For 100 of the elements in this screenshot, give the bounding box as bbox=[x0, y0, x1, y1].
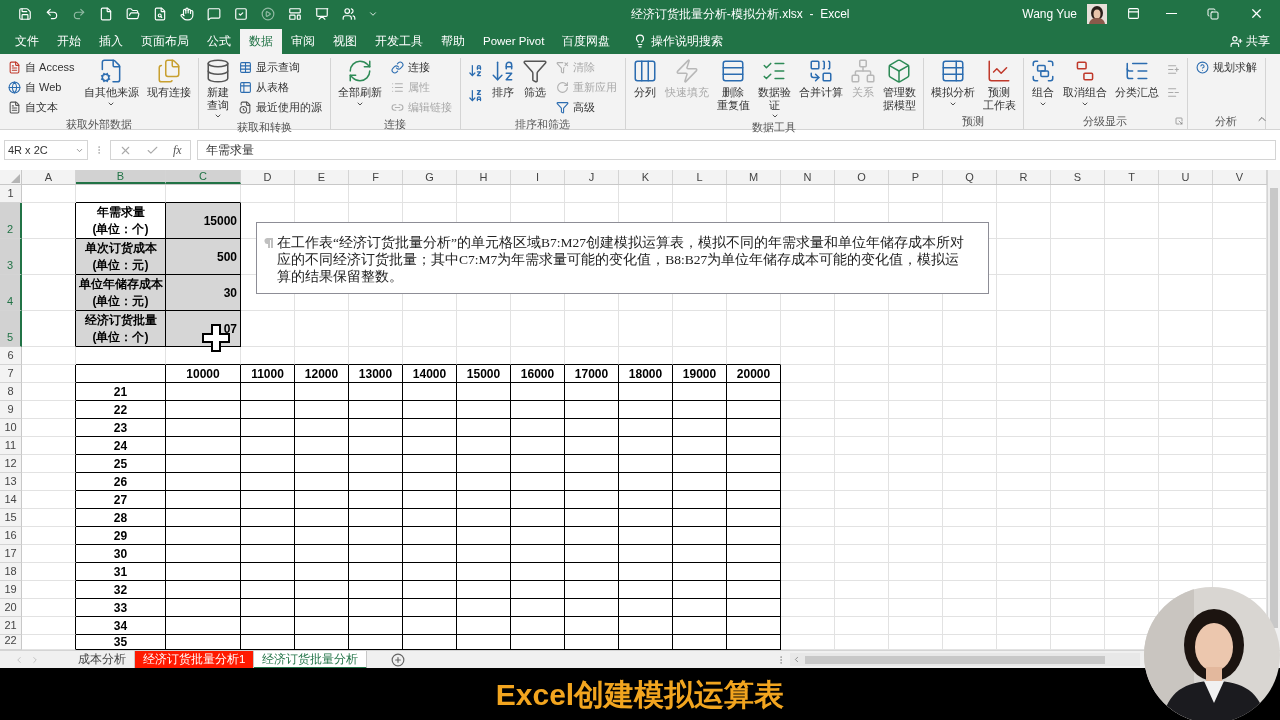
column-header[interactable]: C bbox=[166, 170, 241, 184]
column-header[interactable]: G bbox=[403, 170, 457, 184]
column-header[interactable]: Q bbox=[943, 170, 997, 184]
ribbon-button[interactable]: 合并计算 bbox=[797, 86, 844, 99]
ribbon-button[interactable]: 组合 bbox=[1030, 86, 1055, 99]
add-sheet-button[interactable] bbox=[391, 652, 406, 667]
ribbon-button[interactable]: 新建 查询 bbox=[205, 86, 230, 112]
menu-tab[interactable]: 页面布局 bbox=[132, 29, 198, 54]
tell-me-search[interactable]: 操作说明搜索 bbox=[651, 29, 724, 54]
ribbon-button[interactable]: 筛选 bbox=[522, 86, 547, 99]
menu-tab[interactable]: 视图 bbox=[324, 29, 366, 54]
column-header[interactable]: N bbox=[781, 170, 835, 184]
ribbon-button[interactable]: 预测 工作表 bbox=[981, 86, 1017, 112]
row-header[interactable]: 1 bbox=[0, 185, 22, 203]
row-header[interactable]: 5 bbox=[0, 311, 22, 347]
row-header[interactable]: 20 bbox=[0, 599, 22, 617]
row-header[interactable]: 8 bbox=[0, 383, 22, 401]
ribbon-display-button[interactable] bbox=[1127, 7, 1140, 20]
column-header[interactable]: M bbox=[727, 170, 781, 184]
ribbon-button[interactable]: 管理数 据模型 bbox=[881, 86, 917, 112]
ribbon-button[interactable]: 分列 bbox=[632, 86, 657, 99]
row-header[interactable]: 7 bbox=[0, 365, 22, 383]
row-header[interactable]: 3 bbox=[0, 239, 22, 275]
row-header[interactable]: 19 bbox=[0, 581, 22, 599]
ribbon-command[interactable]: 自 Access bbox=[6, 58, 77, 77]
menu-tab[interactable]: 开始 bbox=[48, 29, 90, 54]
row-header[interactable]: 11 bbox=[0, 437, 22, 455]
menu-tab[interactable]: 开发工具 bbox=[366, 29, 432, 54]
column-header[interactable]: R bbox=[997, 170, 1051, 184]
row-header[interactable]: 9 bbox=[0, 401, 22, 419]
row-header[interactable]: 21 bbox=[0, 617, 22, 635]
menu-tab[interactable]: 文件 bbox=[6, 29, 48, 54]
row-header[interactable]: 14 bbox=[0, 491, 22, 509]
insert-function-button[interactable]: fx bbox=[173, 141, 182, 159]
column-header[interactable]: K bbox=[619, 170, 673, 184]
column-header[interactable]: B bbox=[76, 170, 166, 184]
formula-bar[interactable]: 年需求量 bbox=[196, 140, 1276, 160]
ribbon-button[interactable]: 现有连接 bbox=[145, 86, 192, 99]
row-header[interactable]: 13 bbox=[0, 473, 22, 491]
ribbon-button[interactable]: 删除 重复值 bbox=[715, 86, 751, 112]
ribbon-button[interactable]: 取消组合 bbox=[1061, 86, 1108, 99]
ribbon-command[interactable]: 规划求解 bbox=[1193, 58, 1259, 77]
row-header[interactable]: 15 bbox=[0, 509, 22, 527]
column-header[interactable]: F bbox=[349, 170, 403, 184]
menu-tab[interactable]: 百度网盘 bbox=[553, 29, 620, 54]
dialog-launcher-icon[interactable] bbox=[1174, 117, 1183, 125]
close-button[interactable] bbox=[1249, 6, 1264, 21]
ribbon-button[interactable]: 数据验 证 bbox=[756, 86, 792, 112]
menu-tab[interactable]: 数据 bbox=[240, 29, 282, 54]
ribbon-button[interactable]: 分类汇总 bbox=[1113, 86, 1160, 99]
row-header[interactable]: 12 bbox=[0, 455, 22, 473]
column-header[interactable]: L bbox=[673, 170, 727, 184]
columns-icon bbox=[631, 58, 658, 84]
globe-icon bbox=[8, 81, 21, 94]
row-header[interactable]: 18 bbox=[0, 563, 22, 581]
ribbon-command[interactable]: 高级 bbox=[553, 98, 619, 117]
ribbon-command[interactable]: 自 Web bbox=[6, 78, 77, 97]
row-header[interactable]: 22 bbox=[0, 635, 22, 650]
restore-button[interactable] bbox=[1207, 7, 1219, 20]
menu-tab[interactable]: 帮助 bbox=[432, 29, 474, 54]
ribbon-command[interactable]: 连接 bbox=[388, 58, 454, 77]
menu-tab[interactable]: 审阅 bbox=[282, 29, 324, 54]
ribbon-command[interactable]: 最近使用的源 bbox=[236, 98, 324, 117]
name-box[interactable]: 4R x 2C bbox=[4, 140, 88, 160]
column-header[interactable]: I bbox=[511, 170, 565, 184]
sort-ascending-button[interactable] bbox=[466, 62, 484, 79]
row-header[interactable]: 2 bbox=[0, 203, 22, 239]
ribbon-button[interactable]: 全部刷新 bbox=[336, 86, 383, 99]
hide-detail-button[interactable] bbox=[1165, 85, 1181, 100]
column-header[interactable]: P bbox=[889, 170, 943, 184]
row-header[interactable]: 10 bbox=[0, 419, 22, 437]
sort-descending-button[interactable] bbox=[466, 87, 484, 104]
menu-tab[interactable]: 公式 bbox=[198, 29, 240, 54]
ribbon-button[interactable]: 模拟分析 bbox=[929, 86, 976, 99]
column-header[interactable]: O bbox=[835, 170, 889, 184]
column-header[interactable]: J bbox=[565, 170, 619, 184]
ribbon-button[interactable]: 自其他来源 bbox=[82, 86, 140, 99]
ribbon-command[interactable]: 从表格 bbox=[236, 78, 324, 97]
unit-label: (单位：元) bbox=[92, 256, 149, 274]
table-cell-text: 25 bbox=[112, 455, 129, 472]
row-header[interactable]: 16 bbox=[0, 527, 22, 545]
column-header[interactable]: D bbox=[241, 170, 295, 184]
ribbon-command[interactable]: 显示查询 bbox=[236, 58, 324, 77]
row-header[interactable]: 17 bbox=[0, 545, 22, 563]
ribbon-button[interactable]: 排序 bbox=[490, 86, 515, 99]
column-header[interactable]: H bbox=[457, 170, 511, 184]
ribbon-command[interactable]: 自文本 bbox=[6, 98, 77, 117]
table-cell-text: 30 bbox=[112, 545, 129, 562]
column-header[interactable]: U bbox=[1159, 170, 1213, 184]
share-button[interactable]: 共享 bbox=[1246, 29, 1270, 54]
column-header[interactable]: T bbox=[1105, 170, 1159, 184]
row-header[interactable]: 4 bbox=[0, 275, 22, 311]
row-header[interactable]: 6 bbox=[0, 347, 22, 365]
show-detail-button[interactable] bbox=[1165, 62, 1181, 77]
sheet-tab[interactable]: 经济订货批量分析1 bbox=[135, 650, 255, 669]
sheet-tab[interactable]: 经济订货批量分析 bbox=[254, 650, 368, 669]
menu-tab[interactable]: 插入 bbox=[90, 29, 132, 54]
column-header[interactable]: S bbox=[1051, 170, 1105, 184]
column-header[interactable]: E bbox=[295, 170, 349, 184]
menu-tab[interactable]: Power Pivot bbox=[474, 29, 554, 54]
